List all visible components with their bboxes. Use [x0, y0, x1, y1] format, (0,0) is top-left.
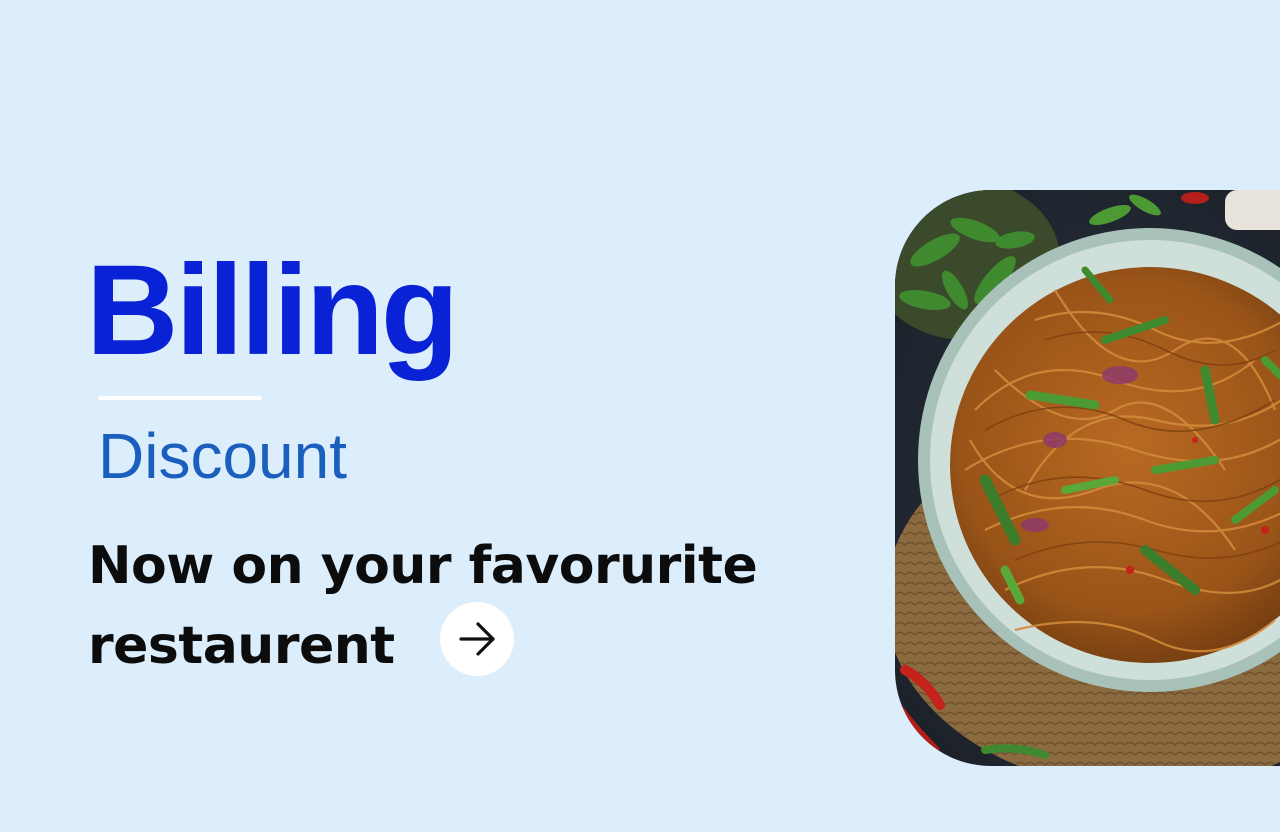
- noodles-bowl-photo: [895, 190, 1280, 766]
- hero-tagline: Now on your favorurite restaurent: [88, 536, 758, 676]
- hero-title: Billing: [86, 239, 459, 382]
- hero-subtitle: Discount: [98, 420, 347, 492]
- arrow-right-icon: [459, 622, 495, 656]
- next-button[interactable]: [440, 602, 514, 676]
- title-divider: [98, 396, 262, 400]
- promo-banner: Billing Discount Now on your favorurite …: [0, 0, 1280, 832]
- food-image: [895, 190, 1280, 766]
